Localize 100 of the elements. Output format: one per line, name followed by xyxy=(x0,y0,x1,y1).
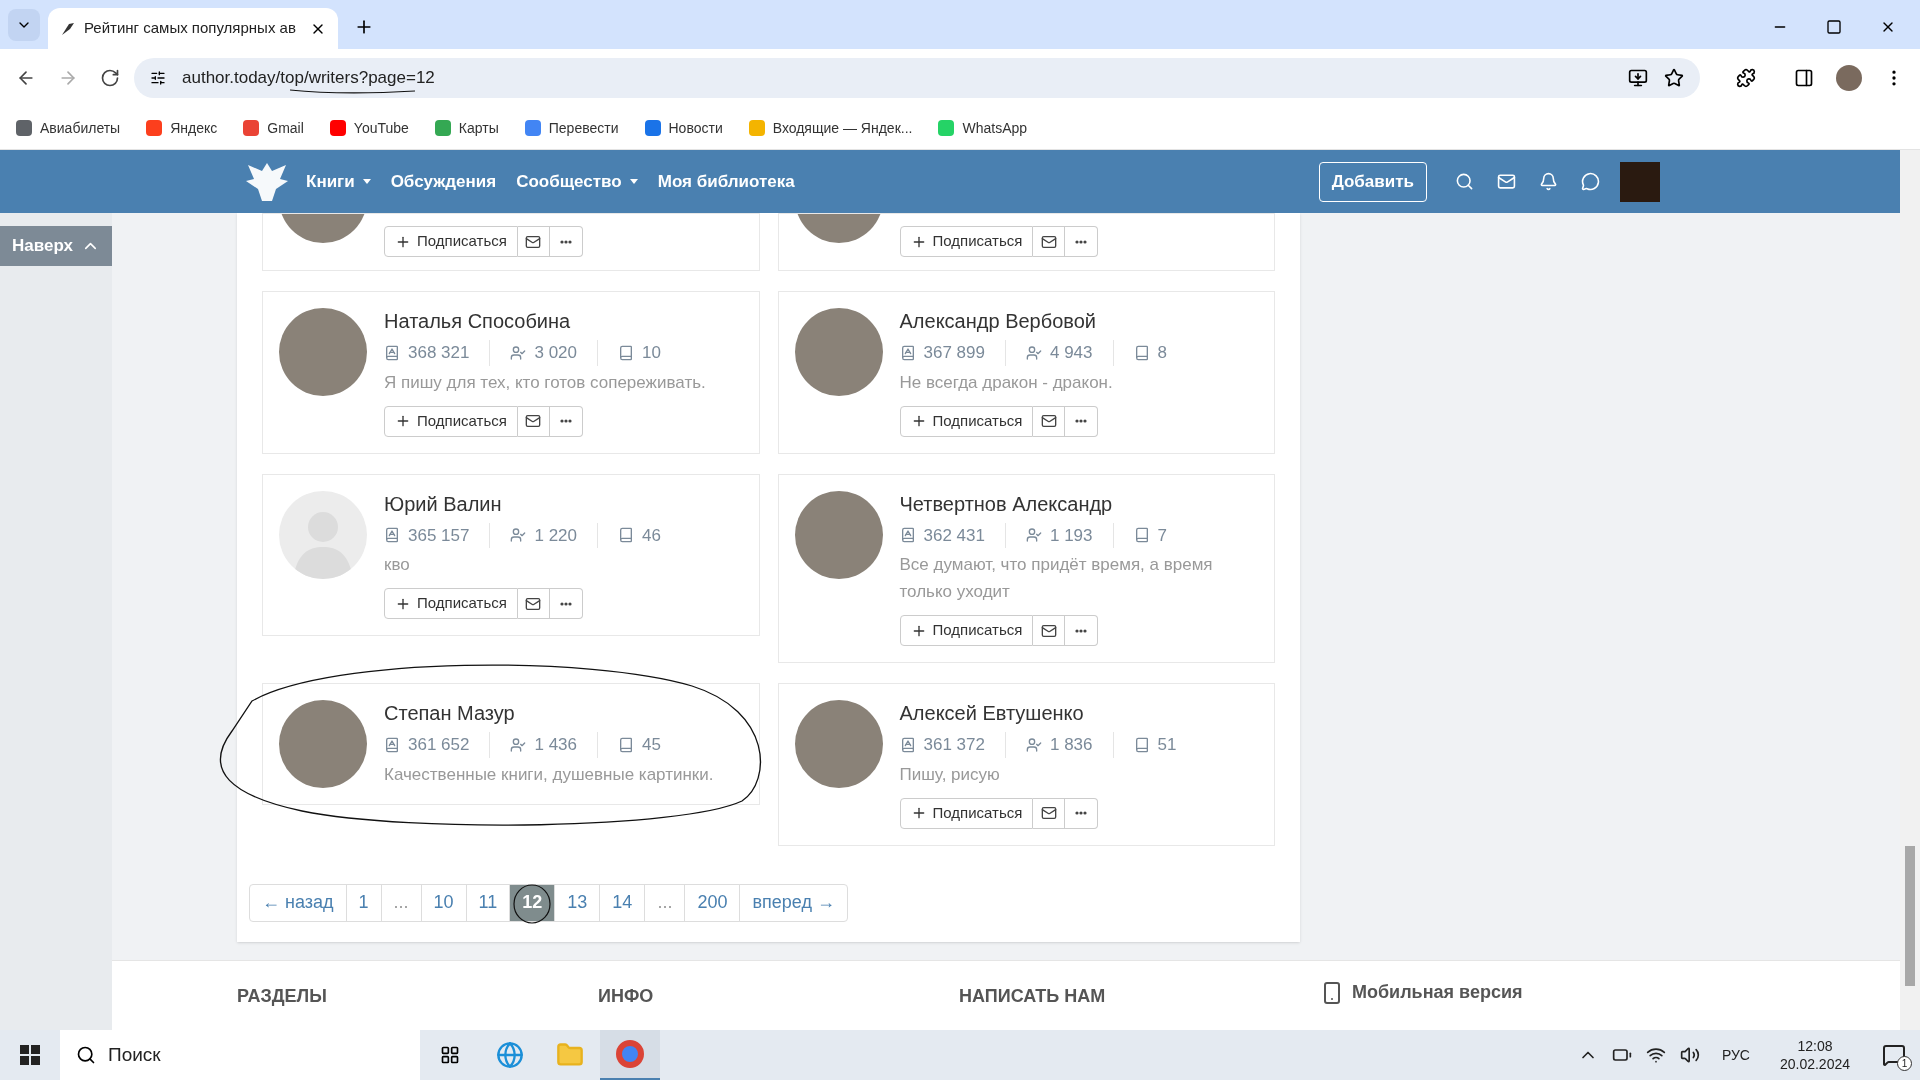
page-link[interactable]: 10 xyxy=(420,883,467,922)
nav-menu-item[interactable]: Моя библиотека xyxy=(657,168,795,195)
author-name[interactable]: Степан Мазур xyxy=(384,700,714,726)
page-link[interactable]: 1 xyxy=(345,883,382,922)
more-icon xyxy=(559,601,572,606)
rating-count: 362 431 xyxy=(923,524,985,547)
subscribe-button[interactable]: Подписаться xyxy=(384,226,518,257)
page-link[interactable]: 11 xyxy=(465,883,511,922)
notification-count: 1 xyxy=(1897,1056,1912,1071)
feather-icon xyxy=(60,20,76,37)
chat-icon[interactable] xyxy=(1581,172,1600,191)
subscribe-button[interactable]: Подписаться xyxy=(899,615,1034,646)
author-name[interactable]: Юрий Валин xyxy=(384,490,701,517)
restore-icon[interactable] xyxy=(1826,19,1842,35)
rating-count: 367 899 xyxy=(923,342,985,364)
more-icon xyxy=(1075,811,1088,815)
author-bio: Я пишу для тех, кто готов сопереживать. xyxy=(384,371,706,394)
add-button[interactable]: Добавить xyxy=(1318,161,1427,202)
bell-icon[interactable] xyxy=(1539,172,1558,191)
user-icon xyxy=(1025,736,1042,753)
footer-heading: РАЗДЕЛЫ xyxy=(237,984,328,1008)
extensions-icon[interactable] xyxy=(1736,68,1756,88)
page-link[interactable]: 200 xyxy=(684,883,741,922)
bookmark-item[interactable]: YouTube xyxy=(329,117,409,139)
books-count: 8 xyxy=(1157,342,1167,364)
time-text: 12:08 xyxy=(1797,1037,1833,1055)
author-bio: Пишу, рисую xyxy=(899,763,1001,786)
subscribe-button[interactable]: Подписаться xyxy=(899,405,1034,437)
bookmark-item[interactable]: Авиабилеты xyxy=(16,117,121,139)
message-button[interactable] xyxy=(1033,226,1066,257)
bookmark-item[interactable]: Gmail xyxy=(243,117,304,139)
bookmark-star-icon[interactable] xyxy=(1664,68,1684,88)
url-text: author.today/top/writers?page=12 xyxy=(182,68,435,88)
book-icon xyxy=(618,344,634,361)
address-bar[interactable]: author.today/top/writers?page=12 xyxy=(134,58,1700,98)
nav-menu-item[interactable]: Сообщество xyxy=(516,168,638,195)
followers-count: 1 220 xyxy=(534,524,577,547)
back-to-top-button[interactable]: Наверх xyxy=(0,226,112,266)
more-icon xyxy=(1075,628,1088,633)
bookmark-item[interactable]: Входящие — Яндек... xyxy=(748,117,913,139)
books-count: 7 xyxy=(1157,524,1167,547)
mail-icon xyxy=(1040,413,1057,429)
bookmark-item[interactable]: Карты xyxy=(434,117,499,139)
message-button[interactable] xyxy=(1033,405,1066,437)
nav-menu-item[interactable]: Книги xyxy=(306,168,371,195)
bookmark-item[interactable]: WhatsApp xyxy=(938,117,1028,139)
bookmark-item[interactable]: Новости xyxy=(644,117,723,139)
search-icon[interactable] xyxy=(1455,172,1474,191)
author-name[interactable]: Алексей Евтушенко xyxy=(899,700,1217,726)
page-link[interactable]: 14 xyxy=(599,883,646,922)
user-icon xyxy=(510,736,527,753)
user-icon xyxy=(1025,527,1042,544)
subscribe-button[interactable]: Подписаться xyxy=(899,797,1034,829)
page-link[interactable]: 13 xyxy=(554,883,601,922)
clock[interactable]: 12:08 20.02.2024 xyxy=(1771,1037,1858,1073)
caret-icon xyxy=(629,179,638,184)
profile-avatar[interactable] xyxy=(1836,65,1862,91)
message-button[interactable] xyxy=(1033,797,1066,829)
windows-logo-icon[interactable] xyxy=(20,1045,40,1065)
author-name[interactable]: Наталья Способина xyxy=(384,308,706,334)
search-icon xyxy=(76,1045,96,1065)
author-name[interactable]: Четвертнов Александр xyxy=(899,490,1234,517)
bookmark-item[interactable]: Перевести xyxy=(524,117,619,139)
bookmark-item[interactable]: Яндекс xyxy=(146,117,218,139)
mail-icon xyxy=(1040,805,1057,821)
message-button[interactable] xyxy=(517,405,550,437)
rating-count: 368 321 xyxy=(408,342,470,364)
side-panel-icon[interactable] xyxy=(1794,68,1814,88)
tab-search-button[interactable] xyxy=(8,9,40,41)
taskbar-search-field[interactable]: Поиск xyxy=(60,1030,420,1080)
more-icon xyxy=(559,239,572,244)
mail-icon xyxy=(1040,622,1057,639)
message-button[interactable] xyxy=(517,226,550,257)
mail-icon[interactable] xyxy=(1497,172,1516,191)
message-button[interactable] xyxy=(517,588,550,619)
books-count: 51 xyxy=(1157,734,1177,756)
subscribe-button[interactable]: Подписаться xyxy=(384,405,518,437)
book-icon xyxy=(1133,344,1150,361)
install-icon[interactable] xyxy=(1628,68,1648,88)
browser-tab[interactable]: Рейтинг самых популярных ав xyxy=(48,8,338,49)
author-bio: Все думают, что придёт время, а время только уходит xyxy=(899,554,1214,603)
subscribe-button[interactable]: Подписаться xyxy=(899,226,1034,257)
nav-menu-item[interactable]: Обсуждения xyxy=(390,168,497,195)
user-icon xyxy=(510,527,527,544)
book-icon xyxy=(618,736,634,753)
user-avatar[interactable] xyxy=(1620,161,1660,202)
page-link[interactable]: вперед → xyxy=(739,883,848,922)
language-indicator[interactable]: РУС xyxy=(1713,1044,1758,1066)
message-button[interactable] xyxy=(1033,615,1066,646)
speaker-icon[interactable] xyxy=(1679,1045,1700,1065)
page-link[interactable]: ← назад xyxy=(249,883,347,922)
scrollbar-thumb[interactable] xyxy=(1905,846,1915,986)
mobile-version-link[interactable]: Мобильная версия xyxy=(1352,979,1523,1006)
wifi-icon[interactable] xyxy=(1645,1045,1666,1065)
book-icon xyxy=(1133,736,1150,753)
chrome-app-icon[interactable] xyxy=(600,1030,660,1080)
subscribe-button[interactable]: Подписаться xyxy=(384,588,518,619)
author-name[interactable]: Александр Вербовой xyxy=(899,308,1207,334)
followers-count: 4 943 xyxy=(1049,342,1093,364)
reload-icon[interactable] xyxy=(100,68,120,88)
